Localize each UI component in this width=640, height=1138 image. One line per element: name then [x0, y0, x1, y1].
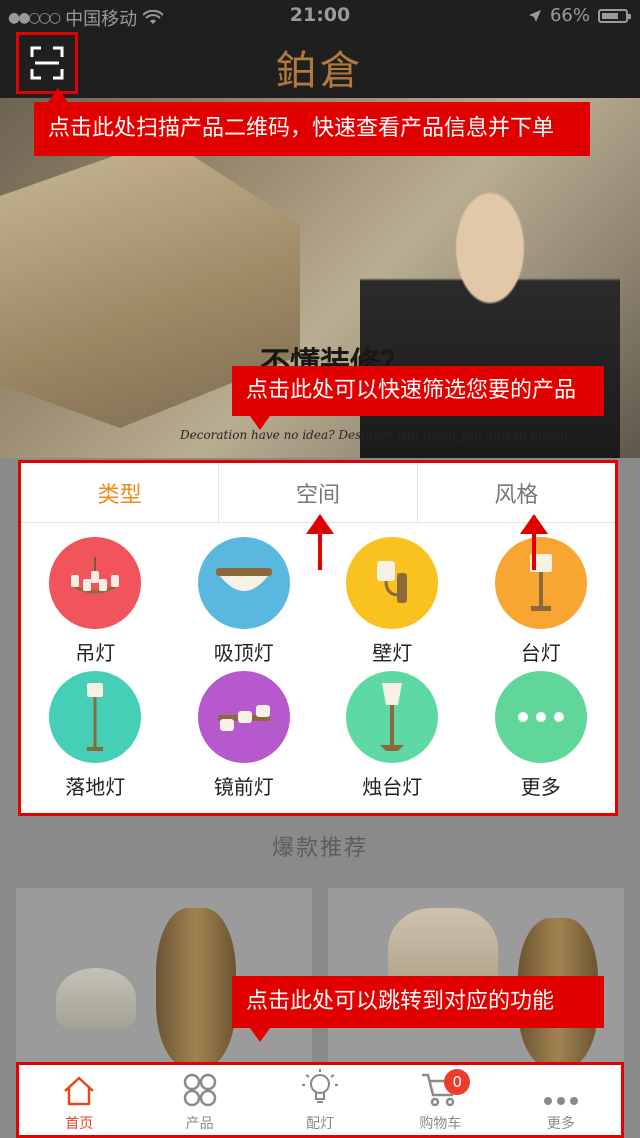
- banner-caption: Decoration have no idea? Designer will t…: [180, 428, 573, 442]
- wall-lamp-icon: [346, 537, 439, 629]
- category-label: 吊灯: [75, 641, 116, 665]
- table-lamp-icon: [494, 537, 587, 629]
- location-icon: [528, 9, 541, 22]
- scan-callout-text: 点击此处扫描产品二维码，快速查看产品信息并下单: [48, 116, 555, 141]
- nav-label: 更多: [546, 1116, 575, 1132]
- filter-callout-text: 点击此处可以快速筛选您要的产品: [246, 378, 577, 403]
- chandelier-icon: [49, 537, 142, 629]
- top-bar: ●●○○○ 中国移动 21:00 66% 鉑倉: [0, 0, 640, 98]
- filter-callout: 点击此处可以快速筛选您要的产品: [232, 366, 604, 430]
- category-label: 台灯: [520, 641, 561, 665]
- more-icon: [543, 1097, 578, 1105]
- category-label: 镜前灯: [213, 775, 274, 799]
- nav-item-products[interactable]: 产品: [139, 1065, 259, 1135]
- nav-label: 产品: [185, 1116, 214, 1132]
- grid-icon: [183, 1073, 216, 1107]
- nav-item-lighting[interactable]: 配灯: [260, 1065, 380, 1135]
- category-item-ceiling-lamp[interactable]: 吸顶灯: [170, 537, 319, 665]
- bulb-icon: [302, 1069, 339, 1103]
- category-item-chandelier[interactable]: 吊灯: [21, 537, 170, 665]
- status-bar: ●●○○○ 中国移动 21:00 66%: [0, 0, 640, 32]
- app-screen: ●●○○○ 中国移动 21:00 66% 鉑倉 不懂装修？ Decoration…: [0, 0, 640, 1138]
- nav-label: 首页: [65, 1116, 94, 1132]
- tab-style[interactable]: 风格: [418, 463, 615, 522]
- product-image-base: [156, 908, 236, 1068]
- nav-item-more[interactable]: 更多: [501, 1065, 621, 1135]
- category-item-more[interactable]: 更多: [467, 671, 616, 799]
- arrow-up-icon: [520, 514, 548, 570]
- nav-label: 配灯: [306, 1116, 335, 1132]
- product-image: [56, 968, 136, 1028]
- category-label: 壁灯: [372, 641, 413, 665]
- nav-callout: 点击此处可以跳转到对应的功能: [232, 976, 604, 1042]
- hot-section-title: 爆款推荐: [0, 818, 640, 874]
- nav-label: 购物车: [419, 1116, 462, 1132]
- scan-callout: 点击此处扫描产品二维码，快速查看产品信息并下单: [34, 88, 590, 156]
- home-icon: [64, 1076, 95, 1106]
- category-item-table-lamp[interactable]: 台灯: [467, 537, 616, 665]
- category-item-candle-lamp[interactable]: 烛台灯: [318, 671, 467, 799]
- cart-badge: 0: [444, 1069, 471, 1095]
- nav-item-cart[interactable]: 0 购物车: [380, 1065, 500, 1135]
- battery-icon: [598, 8, 631, 23]
- category-label: 落地灯: [65, 775, 126, 799]
- nav-item-home[interactable]: 首页: [19, 1065, 139, 1135]
- app-header: 鉑倉: [0, 32, 640, 98]
- tab-type[interactable]: 类型: [21, 463, 220, 522]
- mirror-lamp-icon: [197, 671, 290, 763]
- more-icon: [494, 671, 587, 763]
- arrow-up-icon: [306, 514, 334, 570]
- bottom-nav: 首页 产品 配灯 0 购物车 更多: [16, 1062, 624, 1138]
- ceiling-lamp-icon: [197, 537, 290, 629]
- category-label: 烛台灯: [362, 775, 423, 799]
- category-label: 更多: [520, 775, 561, 799]
- category-item-wall-lamp[interactable]: 壁灯: [318, 537, 467, 665]
- candle-lamp-icon: [346, 671, 439, 763]
- nav-callout-text: 点击此处可以跳转到对应的功能: [246, 989, 555, 1014]
- status-right: 66%: [528, 5, 631, 26]
- category-label: 吸顶灯: [213, 641, 274, 665]
- category-item-floor-lamp[interactable]: 落地灯: [21, 671, 170, 799]
- battery-percent: 66%: [549, 5, 590, 26]
- floor-lamp-icon: [49, 671, 142, 763]
- category-item-mirror-lamp[interactable]: 镜前灯: [170, 671, 319, 799]
- app-logo: 鉑倉: [276, 48, 364, 94]
